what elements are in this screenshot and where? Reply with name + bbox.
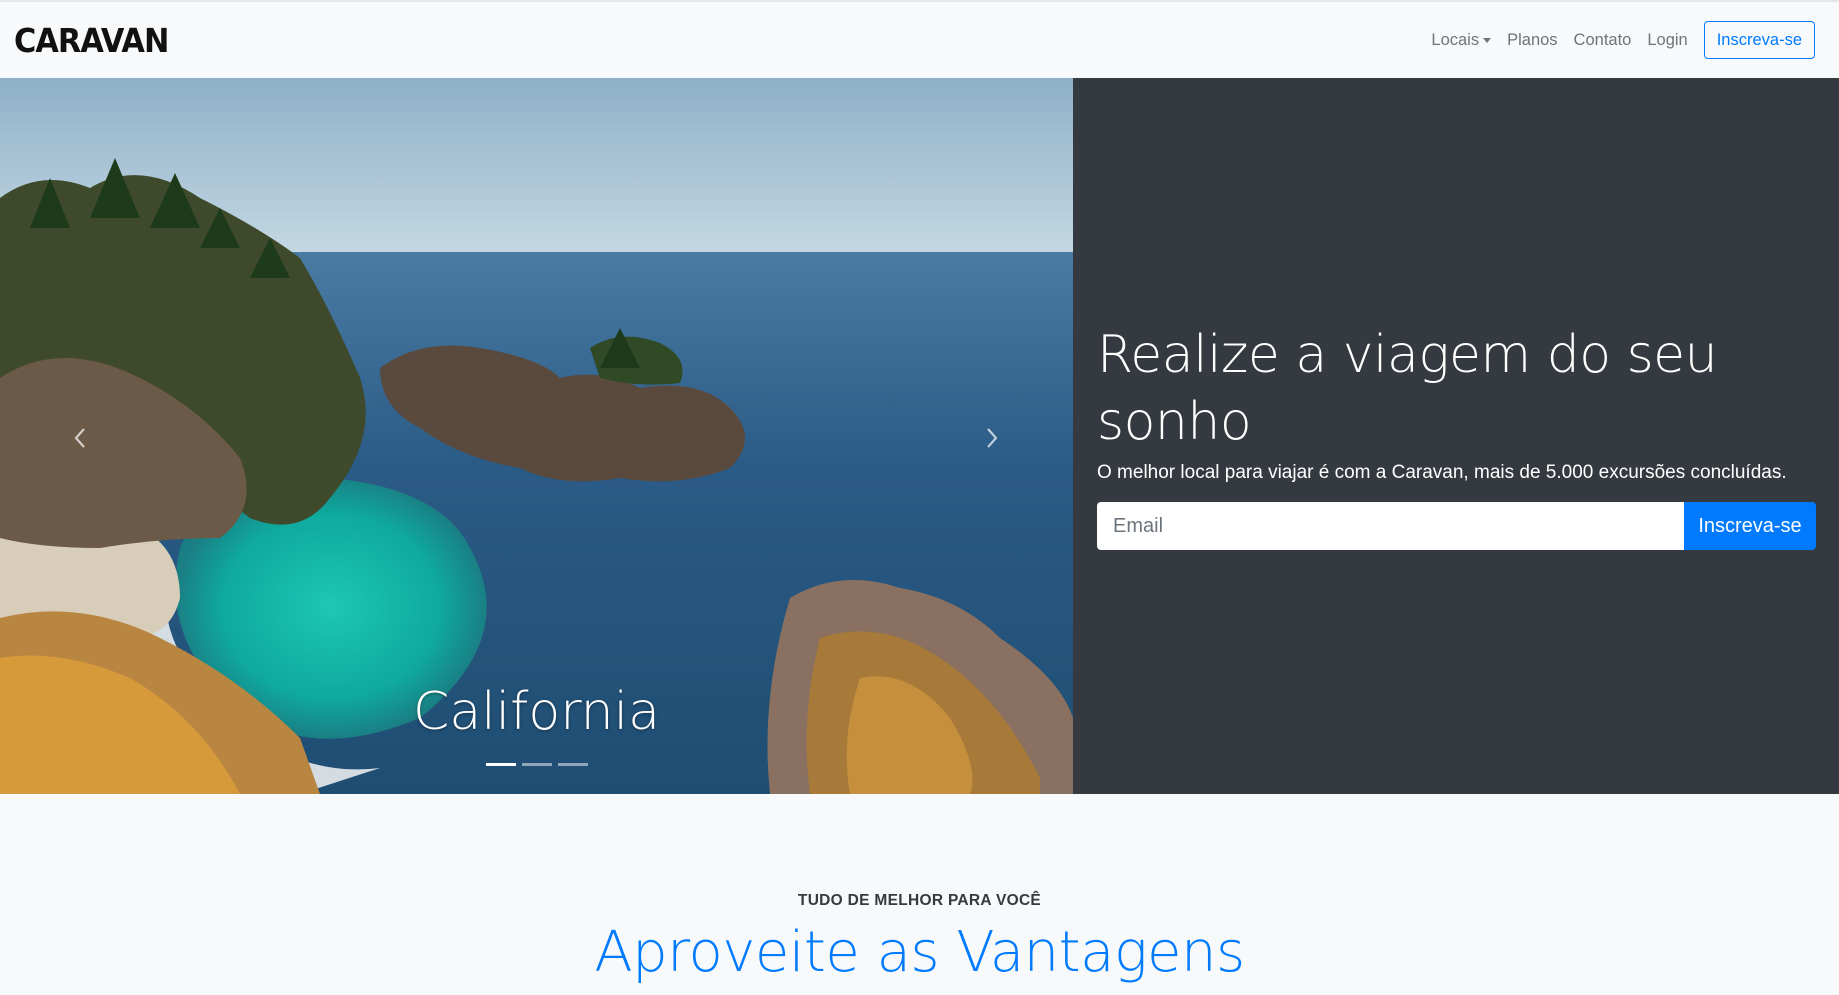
signup-form: Inscreva-se [1097, 502, 1816, 550]
signup-panel: Realize a viagem do seu sonho O melhor l… [1073, 78, 1839, 794]
carousel-indicator[interactable] [557, 763, 588, 766]
nav-link-login[interactable]: Login [1639, 31, 1695, 50]
carousel-prev-button[interactable] [50, 418, 110, 458]
carousel-indicators [0, 763, 1073, 766]
chevron-left-icon [74, 428, 85, 448]
nav-links: Locais Planos Contato Login Inscreva-se [1423, 21, 1825, 59]
nav-link-contato[interactable]: Contato [1566, 31, 1640, 50]
benefits-section: TUDO DE MELHOR PARA VOCÊ Aproveite as Va… [0, 794, 1839, 995]
signup-submit-button[interactable]: Inscreva-se [1684, 502, 1816, 550]
hero-headline: Realize a viagem do seu sonho [1097, 325, 1718, 452]
carousel-indicator[interactable] [485, 763, 516, 766]
image-carousel: California [0, 78, 1073, 794]
email-input[interactable] [1097, 502, 1684, 550]
carousel-next-button[interactable] [962, 418, 1022, 458]
section-eyebrow: TUDO DE MELHOR PARA VOCÊ [797, 892, 1042, 909]
navbar: CARAVAN Locais Planos Contato Login Insc… [0, 0, 1839, 78]
hero-section: California Realize a viagem do seu sonho… [0, 78, 1839, 794]
signup-nav-button[interactable]: Inscreva-se [1703, 21, 1815, 59]
nav-link-label: Locais [1431, 30, 1480, 49]
chevron-right-icon [987, 428, 998, 448]
hero-subtext: O melhor local para viajar é com a Carav… [1097, 462, 1787, 483]
nav-link-locais[interactable]: Locais [1423, 31, 1499, 50]
section-title: Aproveite as Vantagens [594, 920, 1245, 985]
nav-link-planos[interactable]: Planos [1499, 31, 1565, 50]
carousel-caption: California [413, 682, 660, 742]
caret-down-icon [1483, 37, 1492, 43]
carousel-indicator[interactable] [521, 763, 552, 766]
brand-logo[interactable]: CARAVAN [14, 21, 169, 60]
